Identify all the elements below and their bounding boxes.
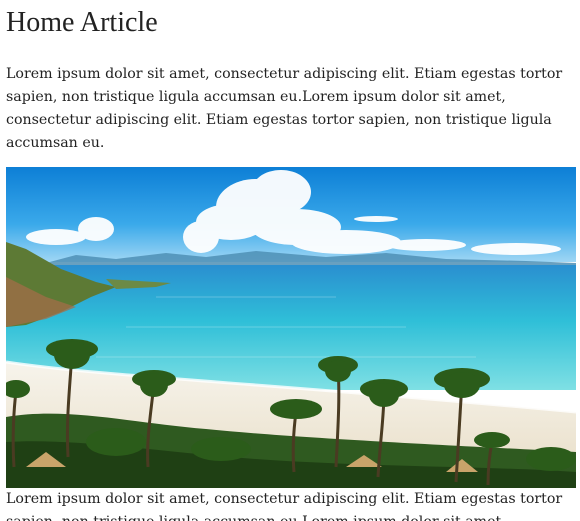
article-body-paragraph: Lorem ipsum dolor sit amet, consectetur … [6, 491, 563, 521]
beach-hero-image [6, 167, 576, 488]
article-title: Home Article [6, 7, 158, 38]
article-page: Home Article Lorem ipsum dolor sit amet,… [0, 0, 580, 521]
article-intro-paragraph: Lorem ipsum dolor sit amet, consectetur … [6, 66, 563, 151]
